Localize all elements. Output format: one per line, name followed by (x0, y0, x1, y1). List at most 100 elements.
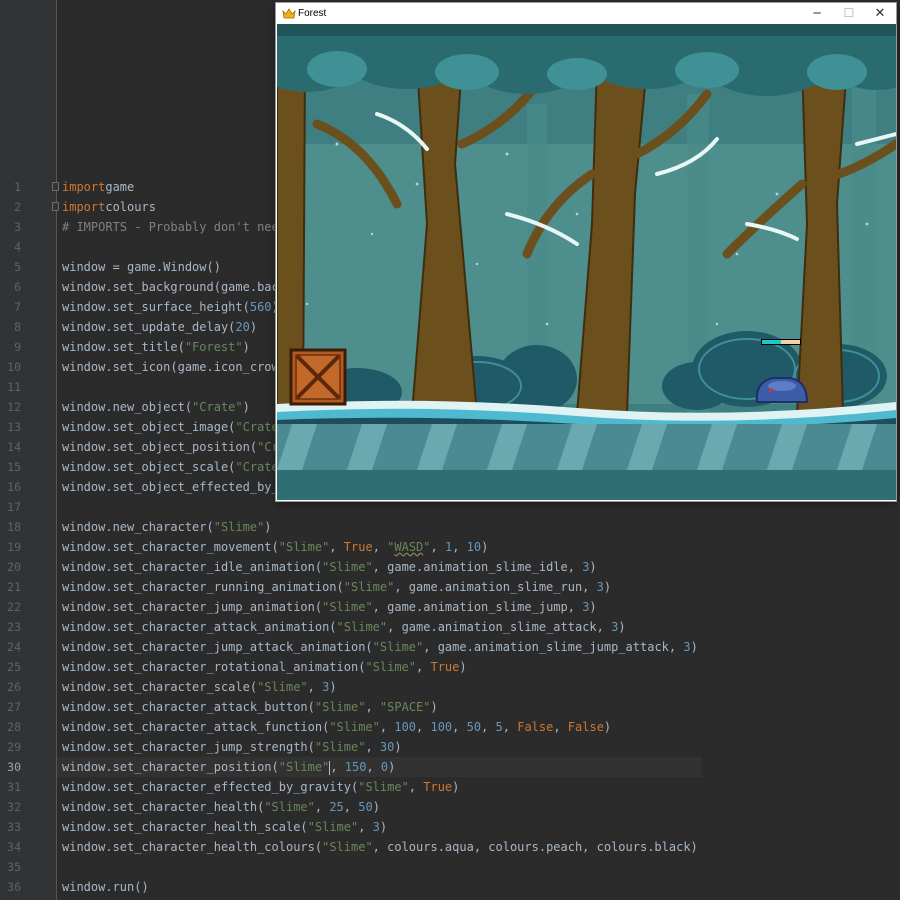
code-line[interactable]: 30 window.set_character_position("Slime",… (0, 757, 900, 777)
code-line[interactable]: 24 window.set_character_jump_attack_anima… (0, 637, 900, 657)
code-text: window.set_icon(game.icon_crown (62, 357, 286, 377)
line-number: 2 (14, 200, 21, 214)
code-token: , (372, 540, 388, 554)
fold-marker-icon[interactable] (52, 202, 59, 211)
code-text: window.set_background(game.back (62, 277, 286, 297)
code-line[interactable]: 29 window.set_character_jump_strength("Sl… (0, 737, 900, 757)
code-line[interactable]: 21 window.set_character_running_animation… (0, 577, 900, 597)
line-number: 35 (7, 860, 21, 874)
code-text: window.set_character_rotational_animatio… (62, 657, 467, 677)
line-number: 19 (7, 540, 21, 554)
game-window[interactable]: Forest ─ ☐ ✕ (276, 3, 896, 501)
crown-icon (282, 8, 296, 19)
code-text: window.new_character("Slime") (62, 517, 272, 537)
code-line[interactable]: 32 window.set_character_health("Slime", 2… (0, 797, 900, 817)
code-line[interactable]: 25 window.set_character_rotational_animat… (0, 657, 900, 677)
title-bar[interactable]: Forest ─ ☐ ✕ (276, 3, 896, 24)
code-text: window.set_character_position("Slime", 1… (62, 757, 395, 777)
code-token: 3 (683, 640, 691, 654)
code-token: "Slime" (278, 760, 330, 774)
code-token: window.set_object_image( (62, 420, 236, 434)
code-token: window.set_character_attack_function( (62, 720, 330, 734)
code-text: # IMPORTS - Probably don't need (62, 217, 286, 237)
code-token: "Forest" (184, 340, 243, 354)
code-text: window.set_object_image("Crate" (62, 417, 286, 437)
code-token: window.set_character_effected_by_gravity… (62, 780, 359, 794)
line-number: 17 (7, 500, 21, 514)
code-line[interactable]: 35 (0, 857, 900, 877)
code-token: ) (452, 780, 460, 794)
slime-character (755, 377, 809, 403)
game-canvas[interactable] (277, 24, 896, 500)
code-token: window.new_character( (62, 520, 214, 534)
code-token: 30 (379, 740, 395, 754)
code-text: window.set_character_jump_strength("Slim… (62, 737, 402, 757)
code-token: "Slime" (322, 600, 373, 614)
minimize-button[interactable]: ─ (801, 3, 833, 24)
code-text: window.set_character_scale("Slime", 3) (62, 677, 337, 697)
code-token: "SPACE" (379, 700, 431, 714)
code-token: , colours.aqua, colours.peach, colours.b… (372, 840, 698, 854)
code-token: ) (459, 660, 467, 674)
code-token: window.set_character_health_scale( (62, 820, 308, 834)
fold-marker-icon[interactable] (52, 182, 59, 191)
close-button[interactable]: ✕ (864, 3, 896, 24)
code-token: ) (603, 720, 612, 734)
code-token: False (567, 720, 604, 734)
line-number: 27 (7, 700, 21, 714)
code-line[interactable]: 19 window.set_character_movement("Slime",… (0, 537, 900, 557)
code-token: , (416, 660, 431, 674)
code-token: WASD (394, 540, 424, 554)
code-token: , (330, 760, 345, 774)
code-line[interactable]: 27 window.set_character_attack_button("Sl… (0, 697, 900, 717)
line-number: 7 (14, 300, 21, 314)
code-token: , (358, 820, 373, 834)
code-token: window.set_icon(game.icon_crown (62, 360, 286, 374)
code-token: "Slime" (365, 660, 417, 674)
line-number: 8 (14, 320, 21, 334)
code-token: , (314, 800, 330, 814)
code-token: ) (329, 680, 337, 694)
code-text: window.set_character_jump_attack_animati… (62, 637, 698, 657)
line-number: 36 (7, 880, 21, 894)
code-line[interactable]: 26 window.set_character_scale("Slime", 3) (0, 677, 900, 697)
code-token: , (329, 540, 344, 554)
line-number: 33 (7, 820, 21, 834)
code-token: , (365, 740, 380, 754)
maximize-button[interactable]: ☐ (833, 3, 865, 24)
code-token: "Slime" (264, 800, 315, 814)
code-token: window.set_character_health_colours( (62, 840, 323, 854)
code-line[interactable]: 31 window.set_character_effected_by_gravi… (0, 777, 900, 797)
code-token: window.run() (62, 880, 149, 894)
code-token: window.set_surface_height( (62, 300, 250, 314)
code-token: colours (105, 200, 156, 214)
line-number: 29 (7, 740, 21, 754)
code-token: 50 (466, 720, 482, 734)
health-bar (761, 339, 801, 345)
code-token: window.set_object_position( (62, 440, 258, 454)
line-number: 1 (14, 180, 21, 194)
code-text: window.set_character_attack_function("Sl… (62, 717, 611, 737)
code-line[interactable]: 33 window.set_character_health_scale("Sli… (0, 817, 900, 837)
code-token: window.set_character_jump_strength( (62, 740, 315, 754)
code-line[interactable]: 18 window.new_character("Slime") (0, 517, 900, 537)
code-token: window.set_character_health( (62, 800, 265, 814)
code-text: window.set_character_attack_animation("S… (62, 617, 626, 637)
line-number: 9 (14, 340, 21, 354)
line-number: 24 (7, 640, 21, 654)
code-token: window.set_character_jump_attack_animati… (62, 640, 373, 654)
code-token: 10 (466, 540, 482, 554)
code-token: , (481, 720, 496, 734)
code-text: importgame (62, 177, 134, 197)
code-line[interactable]: 28 window.set_character_attack_function("… (0, 717, 900, 737)
code-line[interactable]: 36 window.run() (0, 877, 900, 897)
line-number: 32 (7, 800, 21, 814)
code-line[interactable]: 34 window.set_character_health_colours("S… (0, 837, 900, 857)
code-line[interactable]: 20 window.set_character_idle_animation("S… (0, 557, 900, 577)
code-line[interactable]: 23 window.set_character_attack_animation(… (0, 617, 900, 637)
code-token: ) (242, 400, 250, 414)
line-number: 10 (7, 360, 21, 374)
code-line[interactable]: 22 window.set_character_jump_animation("S… (0, 597, 900, 617)
code-token: window.set_character_idle_animation( (62, 560, 323, 574)
code-text: window.set_character_jump_animation("Sli… (62, 597, 597, 617)
